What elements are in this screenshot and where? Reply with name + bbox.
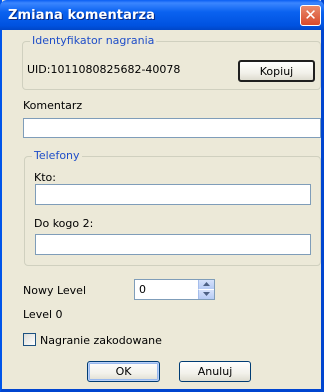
close-button[interactable]: ✕ [300,5,321,26]
recording-id-legend: Identyfikator nagrania [30,34,157,47]
comment-label: Komentarz [23,99,83,112]
encoded-checkbox[interactable] [23,333,36,346]
ok-button[interactable]: OK [87,361,160,382]
chevron-up-icon [203,282,210,286]
new-level-spinbox[interactable]: 0 [134,279,215,300]
to-whom-label: Do kogo 2: [34,217,94,230]
phones-legend: Telefony [32,149,82,162]
encoded-label[interactable]: Nagranie zakodowane [40,334,162,347]
who-input[interactable] [35,184,311,205]
phones-group: Telefony Kto: Do kogo 2: [24,150,321,266]
copy-button[interactable]: Kopiuj [238,60,315,82]
who-label: Kto: [34,171,56,184]
close-icon: ✕ [304,6,317,24]
new-level-value[interactable]: 0 [139,283,146,296]
new-level-label: Nowy Level [23,284,86,297]
current-level-text: Level 0 [23,308,63,321]
spin-down-button[interactable] [198,290,214,299]
spin-up-button[interactable] [198,280,214,290]
window-title: Zmiana komentarza [8,8,156,23]
comment-input[interactable] [23,118,321,138]
recording-id-group: Identyfikator nagrania UID:1011080825682… [22,35,321,90]
recording-uid: UID:1011080825682-40078 [27,63,181,76]
chevron-down-icon [203,292,210,296]
cancel-button[interactable]: Anuluj [179,361,251,382]
dialog-window: Zmiana komentarza ✕ Identyfikator nagran… [0,0,324,392]
to-whom-input[interactable] [35,234,311,255]
title-bar[interactable]: Zmiana komentarza ✕ [0,0,324,30]
